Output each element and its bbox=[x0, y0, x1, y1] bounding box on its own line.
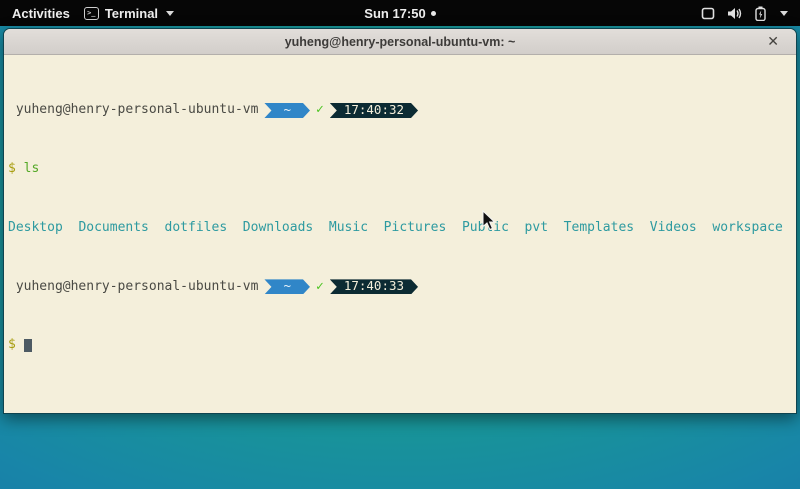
ls-output-line: DesktopDocumentsdotfilesDownloadsMusicPi… bbox=[8, 221, 792, 236]
check-icon: ✓ bbox=[316, 103, 324, 118]
terminal-content[interactable]: yuheng@henry-personal-ubuntu-vm ~ ✓ 17:4… bbox=[4, 55, 796, 397]
volume-icon bbox=[727, 7, 743, 20]
battery-charging-icon bbox=[755, 6, 766, 21]
display-icon bbox=[701, 7, 715, 20]
prompt-symbol: $ bbox=[8, 162, 16, 177]
prompt-line: yuheng@henry-personal-ubuntu-vm ~ ✓ 17:4… bbox=[8, 280, 792, 295]
top-bar: Activities >_ Terminal Sun 17:50 bbox=[0, 0, 800, 26]
directory-entry: Templates bbox=[564, 221, 650, 236]
check-icon: ✓ bbox=[316, 280, 324, 295]
text-cursor bbox=[24, 339, 32, 352]
mouse-cursor bbox=[482, 210, 496, 231]
prompt-user: yuheng@henry-personal-ubuntu-vm bbox=[8, 280, 258, 295]
window-titlebar[interactable]: yuheng@henry-personal-ubuntu-vm: ~ ✕ bbox=[4, 29, 796, 55]
prompt-line: yuheng@henry-personal-ubuntu-vm ~ ✓ 17:4… bbox=[8, 103, 792, 118]
close-button[interactable]: ✕ bbox=[763, 33, 783, 51]
directory-entry: Desktop bbox=[8, 221, 78, 236]
notification-dot bbox=[431, 11, 436, 16]
app-menu-terminal[interactable]: >_ Terminal bbox=[84, 6, 174, 21]
terminal-window: yuheng@henry-personal-ubuntu-vm: ~ ✕ yuh… bbox=[3, 28, 797, 414]
prompt-user: yuheng@henry-personal-ubuntu-vm bbox=[8, 103, 258, 118]
clock[interactable]: Sun 17:50 bbox=[364, 6, 425, 21]
directory-entry: Documents bbox=[78, 221, 164, 236]
prompt-time-segment: 17:40:33 bbox=[330, 279, 418, 294]
directory-entry: workspace bbox=[712, 221, 782, 236]
input-line: $ bbox=[8, 338, 792, 353]
directory-entry: dotfiles bbox=[165, 221, 243, 236]
prompt-path-segment: ~ bbox=[264, 279, 310, 294]
system-tray[interactable] bbox=[701, 6, 800, 21]
app-menu-label: Terminal bbox=[105, 6, 158, 21]
command-text: ls bbox=[24, 162, 40, 177]
activities-button[interactable]: Activities bbox=[12, 6, 70, 21]
terminal-icon: >_ bbox=[84, 7, 99, 20]
directory-entry: Downloads bbox=[243, 221, 329, 236]
directory-entry: Music bbox=[329, 221, 384, 236]
chevron-down-icon bbox=[780, 11, 788, 16]
window-title: yuheng@henry-personal-ubuntu-vm: ~ bbox=[285, 35, 516, 49]
directory-entry: pvt bbox=[525, 221, 564, 236]
directory-entry: Pictures bbox=[384, 221, 462, 236]
prompt-symbol: $ bbox=[8, 338, 16, 353]
directory-entry: Videos bbox=[650, 221, 713, 236]
prompt-time-segment: 17:40:32 bbox=[330, 103, 418, 118]
prompt-path-segment: ~ bbox=[264, 103, 310, 118]
chevron-down-icon bbox=[166, 11, 174, 16]
command-line: $ ls bbox=[8, 162, 792, 177]
